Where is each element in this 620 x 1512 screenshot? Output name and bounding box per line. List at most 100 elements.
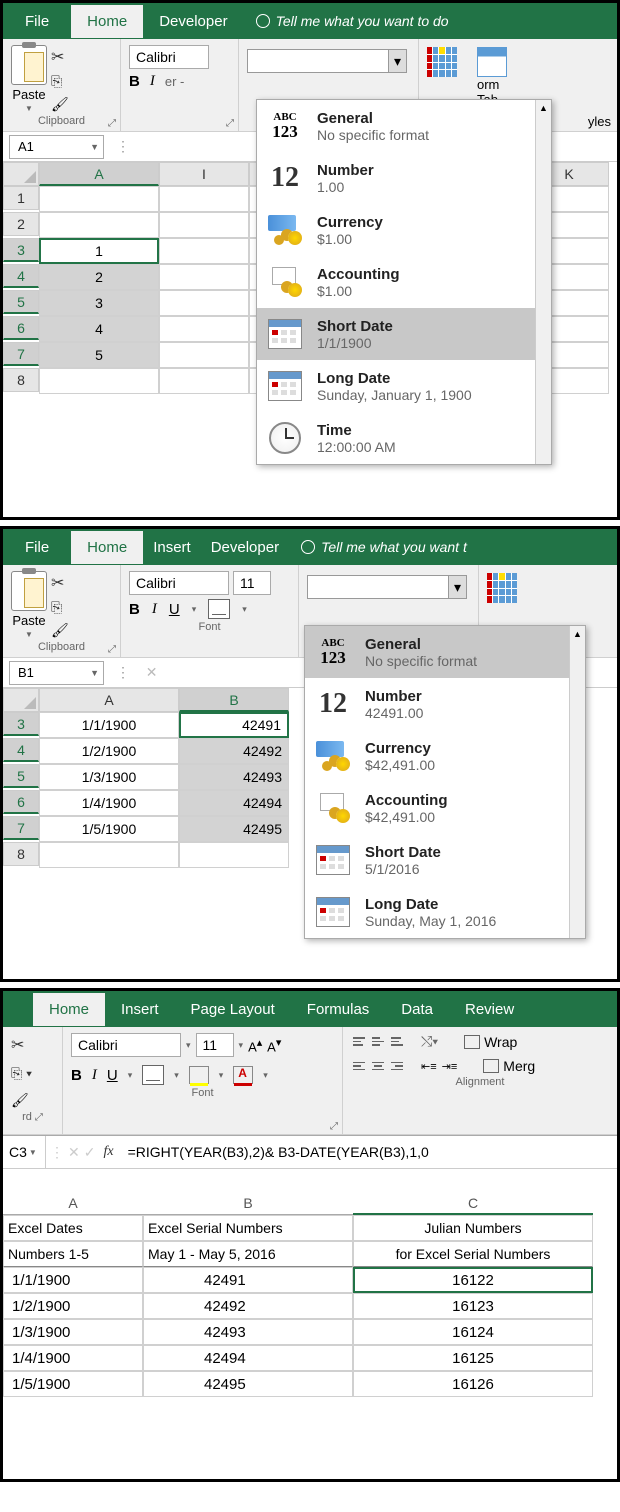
cell-A5[interactable]: 1/3/1900 — [3, 1319, 143, 1345]
borders-button[interactable] — [208, 599, 230, 619]
format-painter-icon[interactable]: 🖌 — [51, 96, 69, 113]
cell-A6[interactable]: 1/4/1900 — [39, 790, 179, 816]
row-header-7[interactable]: 7 — [3, 342, 39, 366]
align-middle-icon[interactable] — [370, 1035, 386, 1048]
clipboard-dialog-launcher-icon[interactable]: ⤢ — [108, 644, 116, 655]
fx-icon[interactable]: fx — [99, 1144, 117, 1160]
cell-A7[interactable]: 5 — [39, 342, 159, 368]
font-name-combo[interactable]: Calibri — [71, 1033, 181, 1057]
row-header-6[interactable]: 6 — [3, 316, 39, 340]
format-option-accounting[interactable]: Accounting $1.00 — [257, 256, 551, 308]
tab-page-layout[interactable]: Page Layout — [175, 993, 291, 1026]
header-row-1[interactable]: Excel Dates — [3, 1215, 143, 1241]
font-dialog-launcher-icon[interactable]: ⤢ — [226, 118, 234, 129]
tab-file[interactable]: File — [3, 5, 71, 38]
format-option-longdate[interactable]: Long DateSunday, January 1, 1900 — [257, 360, 551, 412]
decrease-font-icon[interactable]: A▾ — [267, 1036, 281, 1054]
format-option-longdate[interactable]: Long DateSunday, May 1, 2016 — [305, 886, 585, 938]
row-header-5[interactable]: 5 — [3, 290, 39, 314]
worksheet-grid[interactable]: ABCExcel DatesExcel Serial NumbersJulian… — [3, 1193, 617, 1397]
row-header-3[interactable]: 3 — [3, 238, 39, 262]
fill-color-button[interactable] — [189, 1066, 209, 1084]
format-option-accounting[interactable]: Accounting $42,491.00 — [305, 782, 585, 834]
paste-button[interactable]: Paste ▼ — [11, 571, 47, 639]
row-header-8[interactable]: 8 — [3, 368, 39, 392]
header-row-2[interactable]: Numbers 1-5 — [3, 1241, 143, 1267]
bold-button[interactable]: B — [129, 601, 140, 618]
cell-C7[interactable]: 16126 — [353, 1371, 593, 1397]
font-name-combo[interactable]: Calibri — [129, 571, 229, 595]
row-header-5[interactable]: 5 — [3, 764, 39, 788]
cell[interactable] — [159, 186, 249, 212]
cell-A5[interactable]: 1/3/1900 — [39, 764, 179, 790]
cell-A6[interactable]: 4 — [39, 316, 159, 342]
tab-review[interactable]: Review — [449, 993, 530, 1026]
scroll-up-icon[interactable]: ▲ — [570, 626, 585, 642]
tab-home[interactable]: Home — [71, 5, 143, 38]
cell-A4[interactable]: 1/2/1900 — [39, 738, 179, 764]
header-row-1[interactable]: Julian Numbers — [353, 1215, 593, 1241]
bold-button[interactable]: B — [129, 73, 140, 90]
decrease-indent-icon[interactable]: ⇤≡ — [421, 1060, 437, 1073]
format-option-general[interactable]: ABC123GeneralNo specific format — [257, 100, 551, 152]
number-format-combo[interactable]: ▾ — [307, 575, 467, 599]
header-row-2[interactable]: for Excel Serial Numbers — [353, 1241, 593, 1267]
row-header-6[interactable]: 6 — [3, 790, 39, 814]
cell-C6[interactable]: 16125 — [353, 1345, 593, 1371]
cell-B6[interactable]: 42494 — [179, 790, 289, 816]
format-option-general[interactable]: ABC123GeneralNo specific format — [305, 626, 585, 678]
cell-A8[interactable] — [39, 368, 159, 394]
row-header-8[interactable]: 8 — [3, 842, 39, 866]
cell-A7[interactable]: 1/5/1900 — [39, 816, 179, 842]
cell-B4[interactable]: 42492 — [143, 1293, 353, 1319]
formula-input[interactable]: =RIGHT(YEAR(B3),2)& B3-DATE(YEAR(B3),1,0 — [122, 1144, 429, 1160]
font-dialog-launcher-icon[interactable]: ⤢ — [330, 1121, 338, 1132]
format-option-currency[interactable]: Currency$1.00 — [257, 204, 551, 256]
scrollbar[interactable]: ▲ — [535, 100, 551, 464]
cell-B6[interactable]: 42494 — [143, 1345, 353, 1371]
merge-button[interactable]: Merg — [483, 1058, 535, 1074]
row-header-3[interactable]: 3 — [3, 712, 39, 736]
copy-icon[interactable]: ⎘ ▾ — [11, 1065, 54, 1082]
cell[interactable] — [159, 238, 249, 264]
cut-icon[interactable]: ✂ — [11, 1035, 54, 1055]
cell-A8[interactable] — [39, 842, 179, 868]
col-header-B[interactable]: B — [143, 1193, 353, 1215]
orientation-icon[interactable]: ⤭▾ — [421, 1033, 438, 1050]
row-header-4[interactable]: 4 — [3, 264, 39, 288]
align-right-icon[interactable] — [389, 1060, 405, 1073]
cell-A1[interactable] — [39, 186, 159, 212]
select-all-triangle[interactable] — [3, 162, 39, 186]
format-painter-icon[interactable]: 🖌 — [51, 622, 69, 639]
name-box[interactable]: A1 ▼ — [9, 135, 104, 159]
italic-button[interactable]: I — [92, 1067, 97, 1084]
format-option-number[interactable]: 12Number42491.00 — [305, 678, 585, 730]
number-format-combo[interactable]: ▾ — [247, 49, 407, 73]
cell-A4[interactable]: 1/2/1900 — [3, 1293, 143, 1319]
tell-me[interactable]: Tell me what you want t — [301, 539, 467, 555]
cell[interactable] — [159, 290, 249, 316]
col-header[interactable]: I — [159, 162, 249, 186]
tab-developer[interactable]: Developer — [143, 5, 243, 38]
cut-icon[interactable]: ✂ — [51, 573, 69, 593]
copy-icon[interactable]: ⎘ — [51, 599, 69, 616]
font-size-combo[interactable]: 11 — [196, 1033, 234, 1057]
tab-formulas[interactable]: Formulas — [291, 993, 386, 1026]
cell-B7[interactable]: 42495 — [179, 816, 289, 842]
font-size-combo[interactable]: 11 — [233, 571, 271, 595]
format-option-time[interactable]: Time12:00:00 AM — [257, 412, 551, 464]
col-header-A[interactable]: A — [39, 688, 179, 712]
name-box[interactable]: C3 ▼ — [3, 1144, 45, 1160]
tab-home[interactable]: Home — [33, 993, 105, 1026]
cancel-icon[interactable]: ✕ — [146, 664, 158, 681]
conditional-formatting-icon[interactable] — [487, 573, 517, 603]
cell-B4[interactable]: 42492 — [179, 738, 289, 764]
tab-developer[interactable]: Developer — [201, 531, 289, 564]
cell-B5[interactable]: 42493 — [179, 764, 289, 790]
cell-A3[interactable]: 1 — [39, 238, 159, 264]
clipboard-dialog-launcher-icon[interactable]: ⤢ — [108, 118, 116, 129]
enter-icon[interactable]: ✓ — [84, 1144, 96, 1161]
row-header-2[interactable]: 2 — [3, 212, 39, 236]
tell-me[interactable]: Tell me what you want to do — [256, 13, 449, 29]
format-painter-icon[interactable]: 🖌 — [11, 1092, 54, 1109]
